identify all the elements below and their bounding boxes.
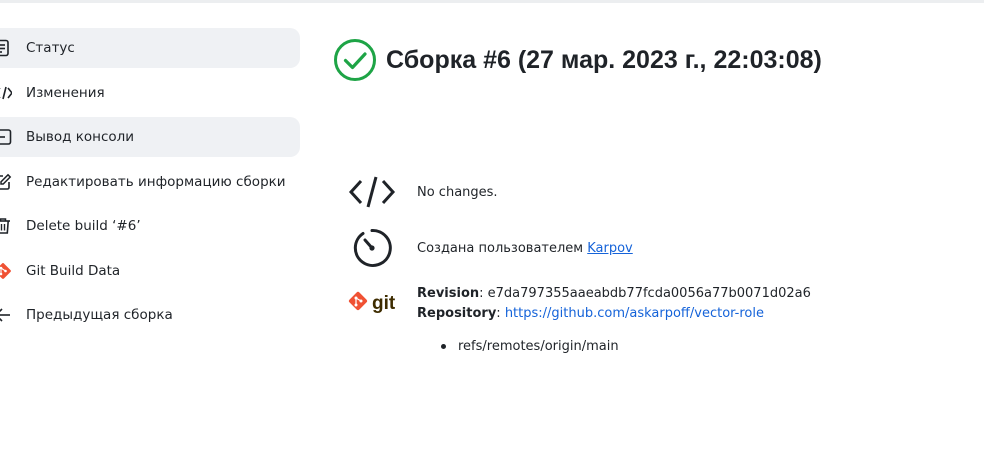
changes-text: No changes. [417,184,498,200]
revision-value: e7da797355aaeabdb77fcda0056a77b0071d02a6 [487,286,811,301]
sidebar-item-label: Статус [26,40,75,56]
repository-link[interactable]: https://github.com/askarpoff/vector-role [505,306,764,321]
sidebar-item-console[interactable]: Вывод консоли [0,117,300,157]
refs-list: refs/remotes/origin/main [441,339,619,354]
terminal-icon [0,129,12,145]
revision-label: Revision [417,286,480,301]
changes-row: No changes. [348,171,498,213]
repository-label: Repository [417,306,497,321]
sidebar-item-label: Delete build ‘#6’ [26,218,141,234]
cause-text: Создана пользователем Karpov [417,241,633,256]
top-bar [0,0,984,3]
build-header: Сборка #6 (27 мар. 2023 г., 22:03:08) [333,38,822,82]
sidebar-item-previous-build[interactable]: Предыдущая сборка [0,295,300,335]
cause-prefix: Создана пользователем [417,240,588,256]
sidebar-item-edit-build-info[interactable]: Редактировать информацию сборки [0,162,300,202]
git-icon [0,262,11,279]
list-item: refs/remotes/origin/main [458,339,619,354]
revision-line: Revision: e7da797355aaeabdb77fcda0056a77… [417,286,811,301]
sidebar: Статус Изменения Вывод консоли Редактиро… [0,28,300,340]
git-logo-text: git [372,293,396,314]
trash-icon [0,218,10,234]
user-link[interactable]: Karpov [587,241,633,256]
sidebar-item-label: Предыдущая сборка [26,307,173,323]
code-icon [0,86,12,99]
sidebar-item-label: Вывод консоли [26,129,135,145]
sidebar-item-git-build-data[interactable]: Git Build Data [0,251,300,291]
git-logo-icon: git [348,291,396,314]
sidebar-item-delete-build[interactable]: Delete build ‘#6’ [0,206,300,246]
sidebar-item-label: Изменения [26,84,105,101]
repository-line: Repository: https://github.com/askarpoff… [417,306,764,321]
cause-row: Создана пользователем Karpov [348,227,633,269]
bullet-icon [441,344,446,349]
git-logo: git [348,290,400,316]
git-info: Revision: e7da797355aaeabdb77fcda0056a77… [417,284,811,324]
arrow-left-icon [0,308,10,322]
success-check-icon [334,39,376,81]
document-icon [0,39,9,57]
edit-icon [0,173,12,190]
sidebar-item-changes[interactable]: Изменения [0,73,300,113]
code-icon [348,171,396,213]
sidebar-item-label: Git Build Data [26,262,121,279]
sidebar-item-status[interactable]: Статус [0,28,300,68]
page-title: Сборка #6 (27 мар. 2023 г., 22:03:08) [386,45,822,74]
sidebar-item-label: Редактировать информацию сборки [26,173,286,190]
timer-icon [348,227,396,269]
